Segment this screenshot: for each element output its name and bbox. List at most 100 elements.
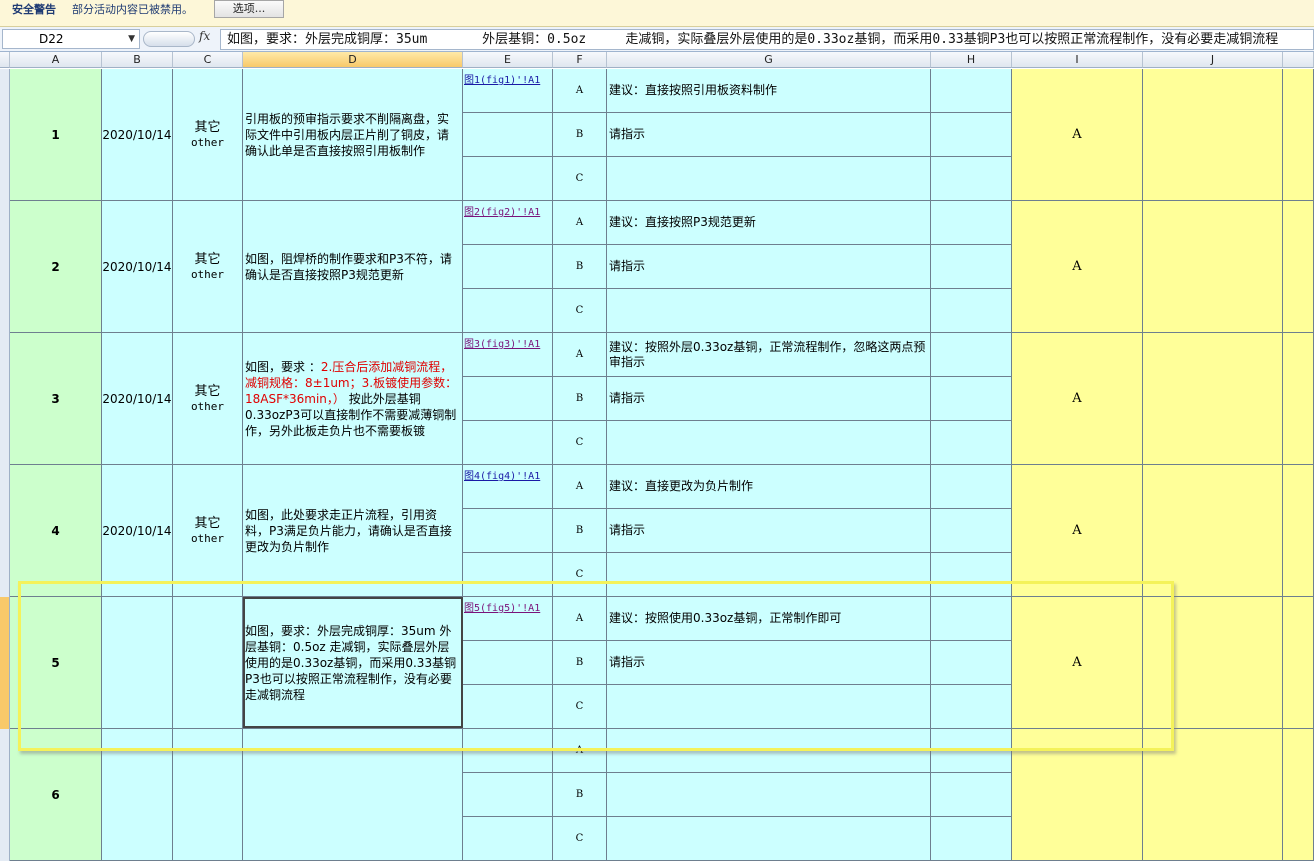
cell-j[interactable]	[1143, 729, 1283, 861]
cell-h[interactable]	[931, 773, 1012, 817]
cell-description[interactable]: 如图，要求 ：2.压合后添加减铜流程，减铜规格：8±1um；3.板镀使用参数：1…	[243, 333, 463, 465]
cell-category[interactable]: 其它 other	[173, 465, 243, 597]
name-box[interactable]: D22 ▼	[2, 29, 140, 49]
cell-figure-link-area[interactable]	[463, 729, 553, 773]
cell-option-label[interactable]: B	[553, 509, 607, 553]
cell-number[interactable]: 4	[10, 465, 102, 597]
cell-date[interactable]: 2020/10/14	[102, 201, 173, 333]
cell-number[interactable]: 3	[10, 333, 102, 465]
cell-j[interactable]	[1143, 201, 1283, 333]
select-all-corner[interactable]	[0, 52, 10, 68]
cell-figure-link-area[interactable]: 图3(fig3)'!A1	[463, 333, 553, 377]
chevron-down-icon[interactable]: ▼	[128, 30, 135, 48]
cell-j[interactable]	[1143, 597, 1283, 729]
cell-h[interactable]	[931, 69, 1012, 113]
cell-number[interactable]: 1	[10, 69, 102, 201]
cell-j[interactable]	[1143, 333, 1283, 465]
cell-k[interactable]	[1283, 333, 1314, 465]
column-header-a[interactable]: A	[10, 52, 102, 68]
column-header-k[interactable]	[1283, 52, 1314, 68]
cell-h[interactable]	[931, 729, 1012, 773]
column-header-j[interactable]: J	[1143, 52, 1283, 68]
cell-answer[interactable]	[1012, 729, 1143, 861]
cell-option-label[interactable]: C	[553, 685, 607, 729]
function-controls[interactable]	[143, 31, 195, 47]
row-header[interactable]	[0, 201, 10, 333]
figure-link[interactable]: 图1(fig1)'!A1	[463, 69, 552, 88]
cell-suggestion[interactable]: 请指示	[607, 641, 931, 685]
cell-suggestion[interactable]	[607, 773, 931, 817]
column-header-i[interactable]: I	[1012, 52, 1143, 68]
cell-option-label[interactable]: C	[553, 817, 607, 861]
formula-input[interactable]: 如图，要求：外层完成铜厚：35um 外层基铜：0.5oz 走减铜，实际叠层外层使…	[220, 29, 1314, 50]
cell-suggestion[interactable]: 请指示	[607, 509, 931, 553]
column-header-h[interactable]: H	[931, 52, 1012, 68]
cell-h[interactable]	[931, 421, 1012, 465]
figure-link[interactable]: 图2(fig2)'!A1	[463, 201, 552, 220]
cell-k[interactable]	[1283, 729, 1314, 861]
cell-option-label[interactable]: A	[553, 69, 607, 113]
cell-option-label[interactable]: A	[553, 465, 607, 509]
cell-date[interactable]: 2020/10/14	[102, 465, 173, 597]
cell-figure-link-area[interactable]: 图2(fig2)'!A1	[463, 201, 553, 245]
cell-h[interactable]	[931, 641, 1012, 685]
cell-option-label[interactable]: C	[553, 421, 607, 465]
cell-answer[interactable]: A	[1012, 201, 1143, 333]
cell-description[interactable]: 如图，阻焊桥的制作要求和P3不符，请确认是否直接按照P3规范更新	[243, 201, 463, 333]
cell-option-label[interactable]: A	[553, 201, 607, 245]
cell-option-label[interactable]: A	[553, 729, 607, 773]
cell-suggestion[interactable]: 请指示	[607, 113, 931, 157]
cell-suggestion[interactable]: 建议：按照外层0.33oz基铜，正常流程制作，忽略这两点预审指示	[607, 333, 931, 377]
cell-description[interactable]	[243, 729, 463, 861]
cell-suggestion[interactable]: 建议：直接更改为负片制作	[607, 465, 931, 509]
cell-suggestion[interactable]: 请指示	[607, 377, 931, 421]
cell-k[interactable]	[1283, 201, 1314, 333]
cell-h[interactable]	[931, 201, 1012, 245]
cell-h[interactable]	[931, 157, 1012, 201]
cell-suggestion[interactable]	[607, 421, 931, 465]
cell-h[interactable]	[931, 509, 1012, 553]
cell-h[interactable]	[931, 113, 1012, 157]
cell-answer[interactable]: A	[1012, 465, 1143, 597]
cell-number[interactable]: 5	[10, 597, 102, 729]
row-header[interactable]	[0, 597, 10, 729]
cell-date[interactable]: 2020/10/14	[102, 333, 173, 465]
cell-date[interactable]: 2020/10/14	[102, 69, 173, 201]
cell-j[interactable]	[1143, 69, 1283, 201]
cell-option-label[interactable]: B	[553, 245, 607, 289]
cell-figure-link-area[interactable]: 图4(fig4)'!A1	[463, 465, 553, 509]
cell-suggestion[interactable]: 建议：按照使用0.33oz基铜，正常制作即可	[607, 597, 931, 641]
cell-h[interactable]	[931, 597, 1012, 641]
cell-h[interactable]	[931, 553, 1012, 597]
cell-j[interactable]	[1143, 465, 1283, 597]
figure-link[interactable]: 图4(fig4)'!A1	[463, 465, 552, 484]
cell-option-label[interactable]: C	[553, 289, 607, 333]
cell-category[interactable]: 其它 other	[173, 333, 243, 465]
column-header-g[interactable]: G	[607, 52, 931, 68]
column-header-e[interactable]: E	[463, 52, 553, 68]
row-header[interactable]	[0, 465, 10, 597]
options-button[interactable]: 选项...	[214, 0, 284, 18]
cell-suggestion[interactable]	[607, 729, 931, 773]
row-header[interactable]	[0, 729, 10, 861]
cell-option-label[interactable]: B	[553, 773, 607, 817]
cell-category[interactable]	[173, 729, 243, 861]
insert-function-icon[interactable]: fx	[199, 29, 210, 43]
cell-description[interactable]: 引用板的预审指示要求不削隔离盘，实际文件中引用板内层正片削了铜皮，请确认此单是否…	[243, 69, 463, 201]
cell-answer[interactable]: A	[1012, 69, 1143, 201]
cell-h[interactable]	[931, 245, 1012, 289]
cell-option-label[interactable]: A	[553, 333, 607, 377]
column-header-d[interactable]: D	[243, 52, 463, 68]
cell-option-label[interactable]: A	[553, 597, 607, 641]
cell-h[interactable]	[931, 377, 1012, 421]
cell-number[interactable]: 2	[10, 201, 102, 333]
cell-h[interactable]	[931, 465, 1012, 509]
cell-k[interactable]	[1283, 69, 1314, 201]
cell-h[interactable]	[931, 685, 1012, 729]
cell-option-label[interactable]: C	[553, 157, 607, 201]
cell-category[interactable]: 其它 other	[173, 69, 243, 201]
cell-suggestion[interactable]: 建议：直接按照引用板资料制作	[607, 69, 931, 113]
figure-link[interactable]: 图3(fig3)'!A1	[463, 333, 552, 352]
cell-suggestion[interactable]	[607, 685, 931, 729]
cell-k[interactable]	[1283, 465, 1314, 597]
